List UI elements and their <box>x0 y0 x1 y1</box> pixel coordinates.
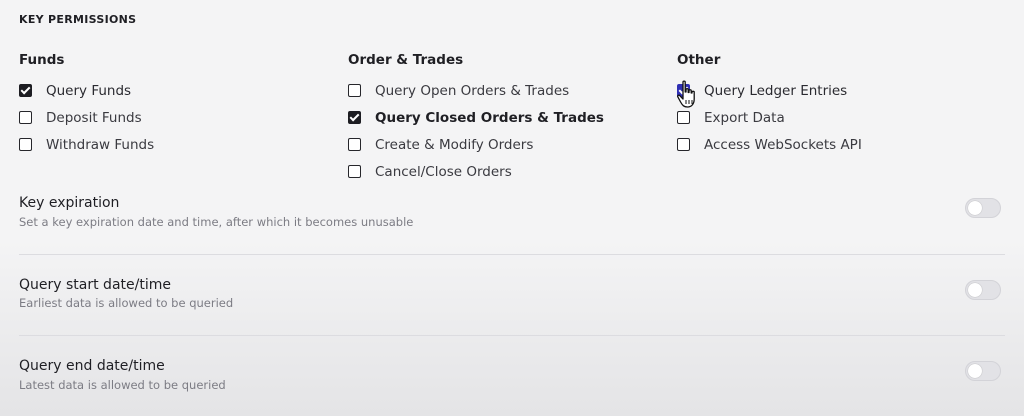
checkbox[interactable] <box>19 111 32 124</box>
toggle-knob <box>968 283 982 297</box>
checkbox[interactable] <box>348 111 361 124</box>
permission-withdraw-funds[interactable]: Withdraw Funds <box>19 131 154 158</box>
other-title: Other <box>677 52 721 68</box>
permission-access-websockets[interactable]: Access WebSockets API <box>677 131 862 158</box>
key-permissions-panel: KEY PERMISSIONS Funds Query Funds Deposi… <box>0 0 1024 416</box>
checkbox[interactable] <box>677 111 690 124</box>
key-expiration-toggle[interactable] <box>965 198 1001 218</box>
permission-label: Create & Modify Orders <box>375 136 534 153</box>
query-start-title: Query start date/time <box>19 277 171 293</box>
toggle-knob <box>968 201 982 215</box>
query-end-toggle[interactable] <box>965 361 1001 381</box>
permission-query-closed-orders[interactable]: Query Closed Orders & Trades <box>348 104 604 131</box>
checkbox[interactable] <box>348 138 361 151</box>
query-end-title: Query end date/time <box>19 358 165 374</box>
permission-label: Access WebSockets API <box>704 136 862 153</box>
permission-label: Query Closed Orders & Trades <box>375 109 604 126</box>
checkbox[interactable] <box>19 84 32 97</box>
other-column: Other Query Ledger Entries Export Data A… <box>677 51 862 158</box>
checkbox[interactable] <box>19 138 32 151</box>
permission-label: Deposit Funds <box>46 109 142 126</box>
query-start-description: Earliest data is allowed to be queried <box>19 296 234 310</box>
permission-export-data[interactable]: Export Data <box>677 104 862 131</box>
orders-title: Order & Trades <box>348 52 464 68</box>
permission-label: Cancel/Close Orders <box>375 163 512 180</box>
checkbox[interactable] <box>677 84 690 97</box>
section-title: KEY PERMISSIONS <box>19 13 137 26</box>
checkbox[interactable] <box>677 138 690 151</box>
permission-label: Export Data <box>704 109 785 126</box>
permission-query-open-orders[interactable]: Query Open Orders & Trades <box>348 77 604 104</box>
query-start-toggle[interactable] <box>965 280 1001 300</box>
toggle-knob <box>968 364 982 378</box>
permission-cancel-close-orders[interactable]: Cancel/Close Orders <box>348 158 604 185</box>
permission-query-funds[interactable]: Query Funds <box>19 77 154 104</box>
checkbox[interactable] <box>348 84 361 97</box>
permission-query-ledger-entries[interactable]: Query Ledger Entries <box>677 77 862 104</box>
permission-create-modify-orders[interactable]: Create & Modify Orders <box>348 131 604 158</box>
query-end-description: Latest data is allowed to be queried <box>19 378 226 392</box>
divider <box>19 335 1005 336</box>
key-expiration-description: Set a key expiration date and time, afte… <box>19 215 414 229</box>
funds-title: Funds <box>19 52 65 68</box>
key-expiration-title: Key expiration <box>19 195 120 211</box>
permission-label: Withdraw Funds <box>46 136 155 153</box>
orders-column: Order & Trades Query Open Orders & Trade… <box>348 51 604 185</box>
funds-column: Funds Query Funds Deposit Funds Withdraw… <box>19 51 154 158</box>
permission-label: Query Funds <box>46 82 132 99</box>
permission-label: Query Ledger Entries <box>704 82 848 99</box>
permission-label: Query Open Orders & Trades <box>375 82 570 99</box>
permission-deposit-funds[interactable]: Deposit Funds <box>19 104 154 131</box>
checkbox[interactable] <box>348 165 361 178</box>
divider <box>19 254 1005 255</box>
